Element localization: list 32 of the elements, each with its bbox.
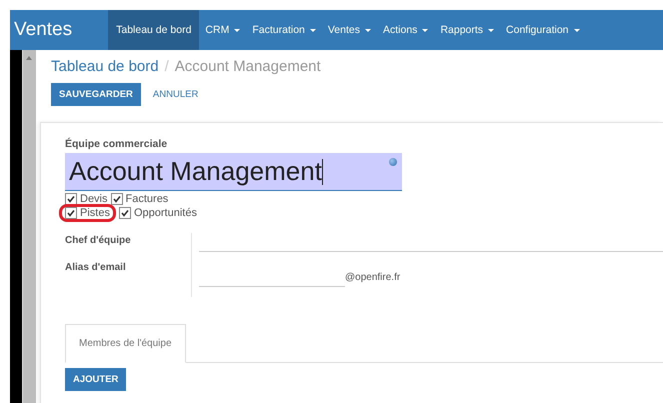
name-field[interactable]: Account Management [65, 153, 402, 191]
field-label: Chef d'équipe [65, 235, 132, 248]
globe-icon[interactable] [389, 158, 397, 166]
checkbox[interactable] [65, 207, 77, 219]
checkbox[interactable] [118, 207, 131, 219]
text-cursor [322, 158, 323, 184]
checkbox-label: Devis [80, 193, 108, 205]
checkbox-label: Factures [126, 193, 168, 205]
checkbox-label: Pistes [80, 207, 110, 219]
checkbox[interactable] [110, 193, 123, 205]
menu-item[interactable]: Facturation [246, 10, 322, 50]
tab[interactable]: Membres de l'équipe [65, 324, 186, 363]
cancel-button[interactable]: ANNULER [144, 83, 206, 106]
menu-item[interactable]: Rapports [434, 10, 500, 50]
breadcrumb-current: Account Management [174, 58, 321, 75]
app-title[interactable]: Ventes [10, 10, 108, 50]
menu-item[interactable]: Tableau de bord [108, 10, 200, 50]
save-button[interactable]: SAUVEGARDER [51, 83, 141, 106]
domain-suffix: @openfire.fr [345, 272, 400, 283]
scroll-up-icon[interactable] [26, 56, 32, 60]
breadcrumb-link[interactable]: Tableau de bord [51, 58, 159, 75]
menu-item[interactable]: Configuration [500, 10, 586, 50]
scrollbar[interactable] [22, 50, 36, 403]
menu-item[interactable]: Ventes [322, 10, 377, 50]
field-label: Équipe commerciale [65, 138, 168, 150]
breadcrumb-separator: / [164, 58, 169, 75]
field-label: Alias d'email [65, 262, 127, 275]
checkbox[interactable] [65, 193, 77, 205]
menu-item[interactable]: Actions [377, 10, 434, 50]
checkbox-label: Opportunités [134, 207, 197, 219]
menu-item[interactable]: CRM [199, 10, 246, 50]
add-button[interactable]: AJOUTER [65, 368, 126, 391]
